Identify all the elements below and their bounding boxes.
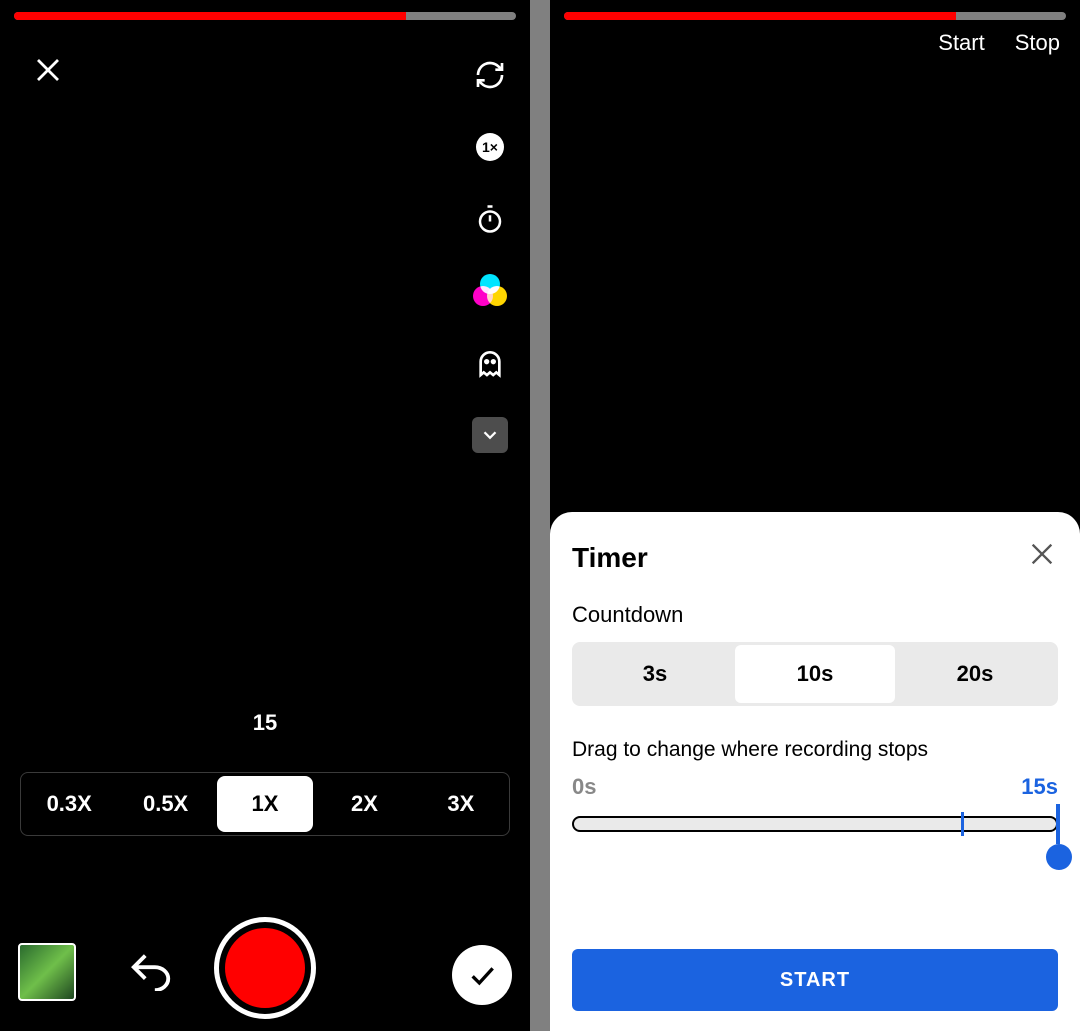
slider-handle-line (1056, 804, 1060, 844)
slider-track (572, 816, 1058, 832)
camera-pane: 1× 15 0.3X 0.5X 1X 2X 3X (0, 0, 530, 1031)
close-icon (1028, 540, 1056, 568)
sheet-close-button[interactable] (1028, 540, 1056, 568)
speed-badge: 1× (476, 133, 504, 161)
timer-pane: Start Stop Timer Countdown 3s 10s 20s Dr… (550, 0, 1080, 1031)
speed-button[interactable]: 1× (470, 127, 510, 167)
slider-handle[interactable] (1046, 844, 1072, 870)
timer-button[interactable] (470, 199, 510, 239)
speed-3x[interactable]: 3X (413, 773, 509, 835)
recording-progress (564, 12, 1066, 20)
close-button[interactable] (28, 50, 68, 90)
flip-camera-icon (474, 59, 506, 91)
recording-progress-fill (14, 12, 406, 20)
countdown-20s[interactable]: 20s (895, 645, 1055, 703)
timer-icon (475, 204, 505, 234)
chevron-down-icon (479, 424, 501, 446)
remaining-counter: 15 (0, 710, 530, 736)
start-label: Start (938, 30, 984, 56)
range-labels: 0s 15s (572, 774, 1058, 800)
check-icon (466, 959, 498, 991)
stop-slider[interactable] (572, 810, 1058, 840)
recording-progress-fill (564, 12, 956, 20)
record-button[interactable] (214, 917, 316, 1019)
countdown-3s[interactable]: 3s (575, 645, 735, 703)
filters-button[interactable] (470, 271, 510, 311)
drag-instruction: Drag to change where recording stops (572, 738, 1058, 762)
effects-button[interactable] (470, 343, 510, 383)
slider-marker (961, 812, 964, 836)
speed-picker: 0.3X 0.5X 1X 2X 3X (20, 772, 510, 836)
flip-camera-button[interactable] (470, 55, 510, 95)
camera-tools: 1× (468, 55, 512, 455)
start-stop-labels: Start Stop (938, 30, 1060, 56)
filters-icon (473, 274, 507, 308)
speed-1x[interactable]: 1X (217, 776, 313, 832)
range-min: 0s (572, 774, 596, 800)
undo-icon (128, 951, 174, 991)
record-icon (225, 928, 305, 1008)
close-icon (33, 55, 63, 85)
ghost-icon (474, 347, 506, 379)
more-tools-button[interactable] (470, 415, 510, 455)
range-max: 15s (1021, 774, 1058, 800)
countdown-label: Countdown (572, 602, 1058, 628)
speed-0.3x[interactable]: 0.3X (21, 773, 117, 835)
countdown-segment: 3s 10s 20s (572, 642, 1058, 706)
undo-button[interactable] (128, 951, 178, 991)
sheet-title: Timer (572, 542, 1058, 574)
countdown-10s[interactable]: 10s (735, 645, 895, 703)
speed-0.5x[interactable]: 0.5X (117, 773, 213, 835)
timer-sheet: Timer Countdown 3s 10s 20s Drag to chang… (550, 512, 1080, 1031)
recording-progress (14, 12, 516, 20)
speed-2x[interactable]: 2X (316, 773, 412, 835)
confirm-button[interactable] (452, 945, 512, 1005)
stop-label: Stop (1015, 30, 1060, 56)
timer-start-button[interactable]: START (572, 949, 1058, 1011)
gallery-thumbnail[interactable] (18, 943, 76, 1001)
